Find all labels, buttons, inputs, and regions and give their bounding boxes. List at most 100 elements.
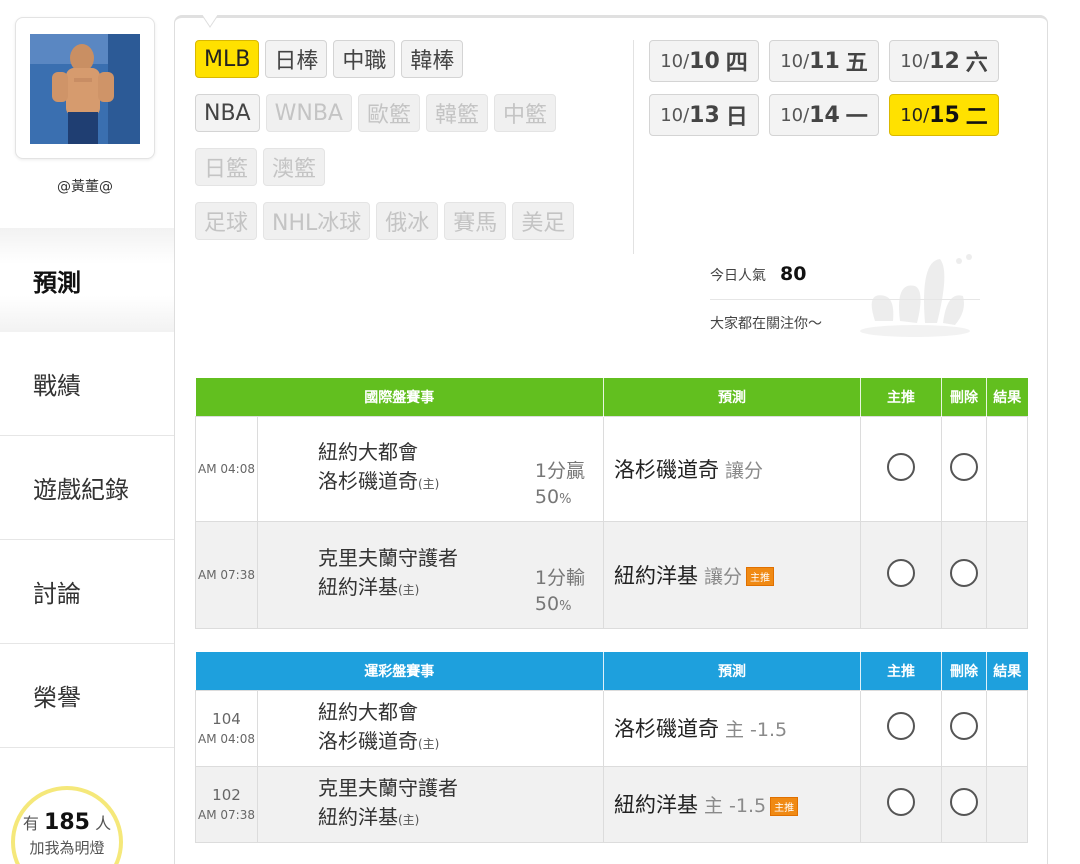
sport-kbo-button[interactable]: 韓棒 (401, 40, 464, 78)
table-header-row: 國際盤賽事 預測 主推 刪除 結果 (195, 378, 1028, 416)
avatar[interactable] (30, 34, 140, 144)
main-pick-toggle[interactable] (887, 558, 915, 587)
odds-line: 1分贏 (534, 459, 585, 482)
date-button-10-12[interactable]: 10/12 六 (889, 40, 999, 82)
prediction-type: 主 -1.5 (704, 795, 767, 817)
table-header-row: 運彩盤賽事 預測 主推 刪除 結果 (195, 652, 1028, 690)
date-weekday: 二 (965, 105, 988, 130)
sport-npb-button[interactable]: 日棒 (265, 40, 328, 78)
sidebar-item-label: 討論 (33, 580, 81, 608)
sport-mlb-button[interactable]: MLB (195, 40, 260, 78)
sport-china-basketball-button: 中籃 (494, 94, 557, 132)
sport-wnba-button: WNBA (265, 94, 352, 132)
column-header-event: 運彩盤賽事 (195, 652, 604, 690)
delete-toggle[interactable] (950, 452, 978, 481)
delete-toggle[interactable] (950, 558, 978, 587)
popularity-panel: 今日人氣 80 大家都在關注你～ (710, 254, 980, 353)
international-odds-table: 國際盤賽事 預測 主推 刪除 結果 AM 04:08 紐約大都會 洛杉磯道奇(主… (195, 378, 1028, 629)
home-team-line: 紐約洋基(主) (318, 803, 603, 835)
sport-japan-basketball-button: 日籃 (195, 148, 258, 186)
main-pick-badge: 主推 (746, 567, 775, 586)
main-panel: MLB 日棒 中職 韓棒 NBA WNBA 歐籃 韓籃 中籃 日籃 澳籃 足球 … (174, 15, 1048, 864)
date-month: 10/ (780, 104, 810, 126)
sport-nhl-button: NHL冰球 (263, 202, 371, 240)
date-button-10-15[interactable]: 10/15 二 (889, 94, 999, 136)
column-header-main-pick: 主推 (860, 652, 942, 690)
sidebar-item-label: 榮譽 (33, 684, 81, 712)
popularity-divider (710, 299, 980, 300)
game-time-cell: 102 AM 07:38 (195, 765, 258, 843)
date-day: 11 (809, 48, 840, 74)
odds-line: 1分輸 (534, 566, 585, 589)
game-time: AM 04:08 (195, 415, 258, 522)
divider (633, 40, 634, 254)
fans-count-line: 有 185 人 (15, 810, 119, 835)
sport-australia-basketball-button: 澳籃 (263, 148, 326, 186)
table-row: AM 07:38 克里夫蘭守護者 紐約洋基(主) 1分輸 50% 紐約洋基 讓分主… (195, 520, 1028, 629)
sidebar-item-game-history[interactable]: 遊戲紀錄 (0, 436, 174, 540)
sidebar-item-record[interactable]: 戰績 (0, 332, 174, 436)
date-weekday: 四 (725, 51, 748, 76)
sidebar-item-discussion[interactable]: 討論 (0, 540, 174, 644)
sport-nfl-button: 美足 (512, 202, 575, 240)
away-team: 克里夫蘭守護者 (318, 775, 458, 800)
sidebar-item-honor[interactable]: 榮譽 (0, 644, 174, 748)
home-team-line: 洛杉磯道奇(主) (318, 727, 603, 759)
avatar-card[interactable] (15, 17, 155, 159)
prediction-team: 洛杉磯道奇 (614, 717, 719, 741)
username: @黃董@ (57, 179, 113, 195)
prediction-cell: 洛杉磯道奇 讓分 (603, 415, 861, 522)
follow-lamp-button[interactable]: 有 185 人 加我為明燈 (11, 786, 123, 864)
date-weekday: 五 (845, 51, 868, 76)
prediction-type: 主 -1.5 (725, 719, 788, 741)
date-day: 13 (689, 102, 720, 128)
sport-row: 日籃 澳籃 (195, 148, 615, 186)
result-cell (986, 689, 1028, 767)
avatar-image (30, 34, 140, 144)
column-header-event: 國際盤賽事 (195, 378, 604, 416)
delete-toggle[interactable] (950, 788, 978, 816)
popularity-message: 大家都在關注你～ (710, 316, 822, 332)
column-header-delete: 刪除 (941, 378, 987, 416)
fans-prefix: 有 (22, 814, 39, 833)
date-button-10-13[interactable]: 10/13 日 (649, 94, 759, 136)
date-button-10-10[interactable]: 10/10 四 (649, 40, 759, 82)
odds-percent: 50% (535, 591, 585, 620)
date-button-10-11[interactable]: 10/11 五 (769, 40, 879, 82)
date-weekday: 一 (845, 105, 868, 130)
delete-toggle[interactable] (950, 712, 978, 740)
sport-row: MLB 日棒 中職 韓棒 (195, 40, 615, 78)
table-row: 104 AM 04:08 紐約大都會 洛杉磯道奇(主) 洛杉磯道奇主 -1.5 (195, 689, 1028, 767)
date-month: 10/ (900, 50, 930, 72)
popularity-line: 今日人氣 80 (710, 263, 806, 285)
date-day: 12 (929, 48, 960, 74)
result-cell (986, 765, 1028, 843)
percent-symbol: % (559, 598, 572, 614)
main-pick-toggle[interactable] (887, 712, 915, 740)
prediction-type: 讓分 (704, 565, 743, 588)
main-pick-cell (860, 520, 942, 629)
odds-percent: 50% (535, 484, 585, 513)
delete-cell (941, 520, 987, 629)
main-pick-toggle[interactable] (887, 452, 915, 481)
prediction-team: 洛杉磯道奇 (614, 457, 719, 482)
sidebar-item-prediction[interactable]: 預測 (0, 228, 174, 332)
home-marker: (主) (398, 583, 420, 597)
game-time: AM 07:38 (195, 520, 258, 629)
main-pick-toggle[interactable] (887, 788, 915, 816)
date-button-10-14[interactable]: 10/14 一 (769, 94, 879, 136)
odds-info: 1分贏 50% (535, 458, 585, 513)
sport-horse-racing-button: 賽馬 (444, 202, 507, 240)
sports-lottery-table: 運彩盤賽事 預測 主推 刪除 結果 104 AM 04:08 紐約大都會 洛杉磯道… (195, 652, 1028, 843)
sport-nba-button[interactable]: NBA (195, 94, 260, 132)
result-cell (986, 520, 1028, 629)
sport-soccer-button: 足球 (195, 202, 258, 240)
sport-row: 足球 NHL冰球 俄冰 賽馬 美足 (195, 202, 615, 240)
column-header-result: 結果 (986, 378, 1028, 416)
matchup-cell: 紐約大都會 洛杉磯道奇(主) (257, 689, 604, 767)
game-time-cell: 104 AM 04:08 (195, 689, 258, 767)
sport-cpbl-button[interactable]: 中職 (333, 40, 396, 78)
date-weekday: 日 (725, 105, 748, 130)
main-pick-badge: 主推 (770, 796, 799, 816)
date-month: 10/ (900, 104, 930, 126)
